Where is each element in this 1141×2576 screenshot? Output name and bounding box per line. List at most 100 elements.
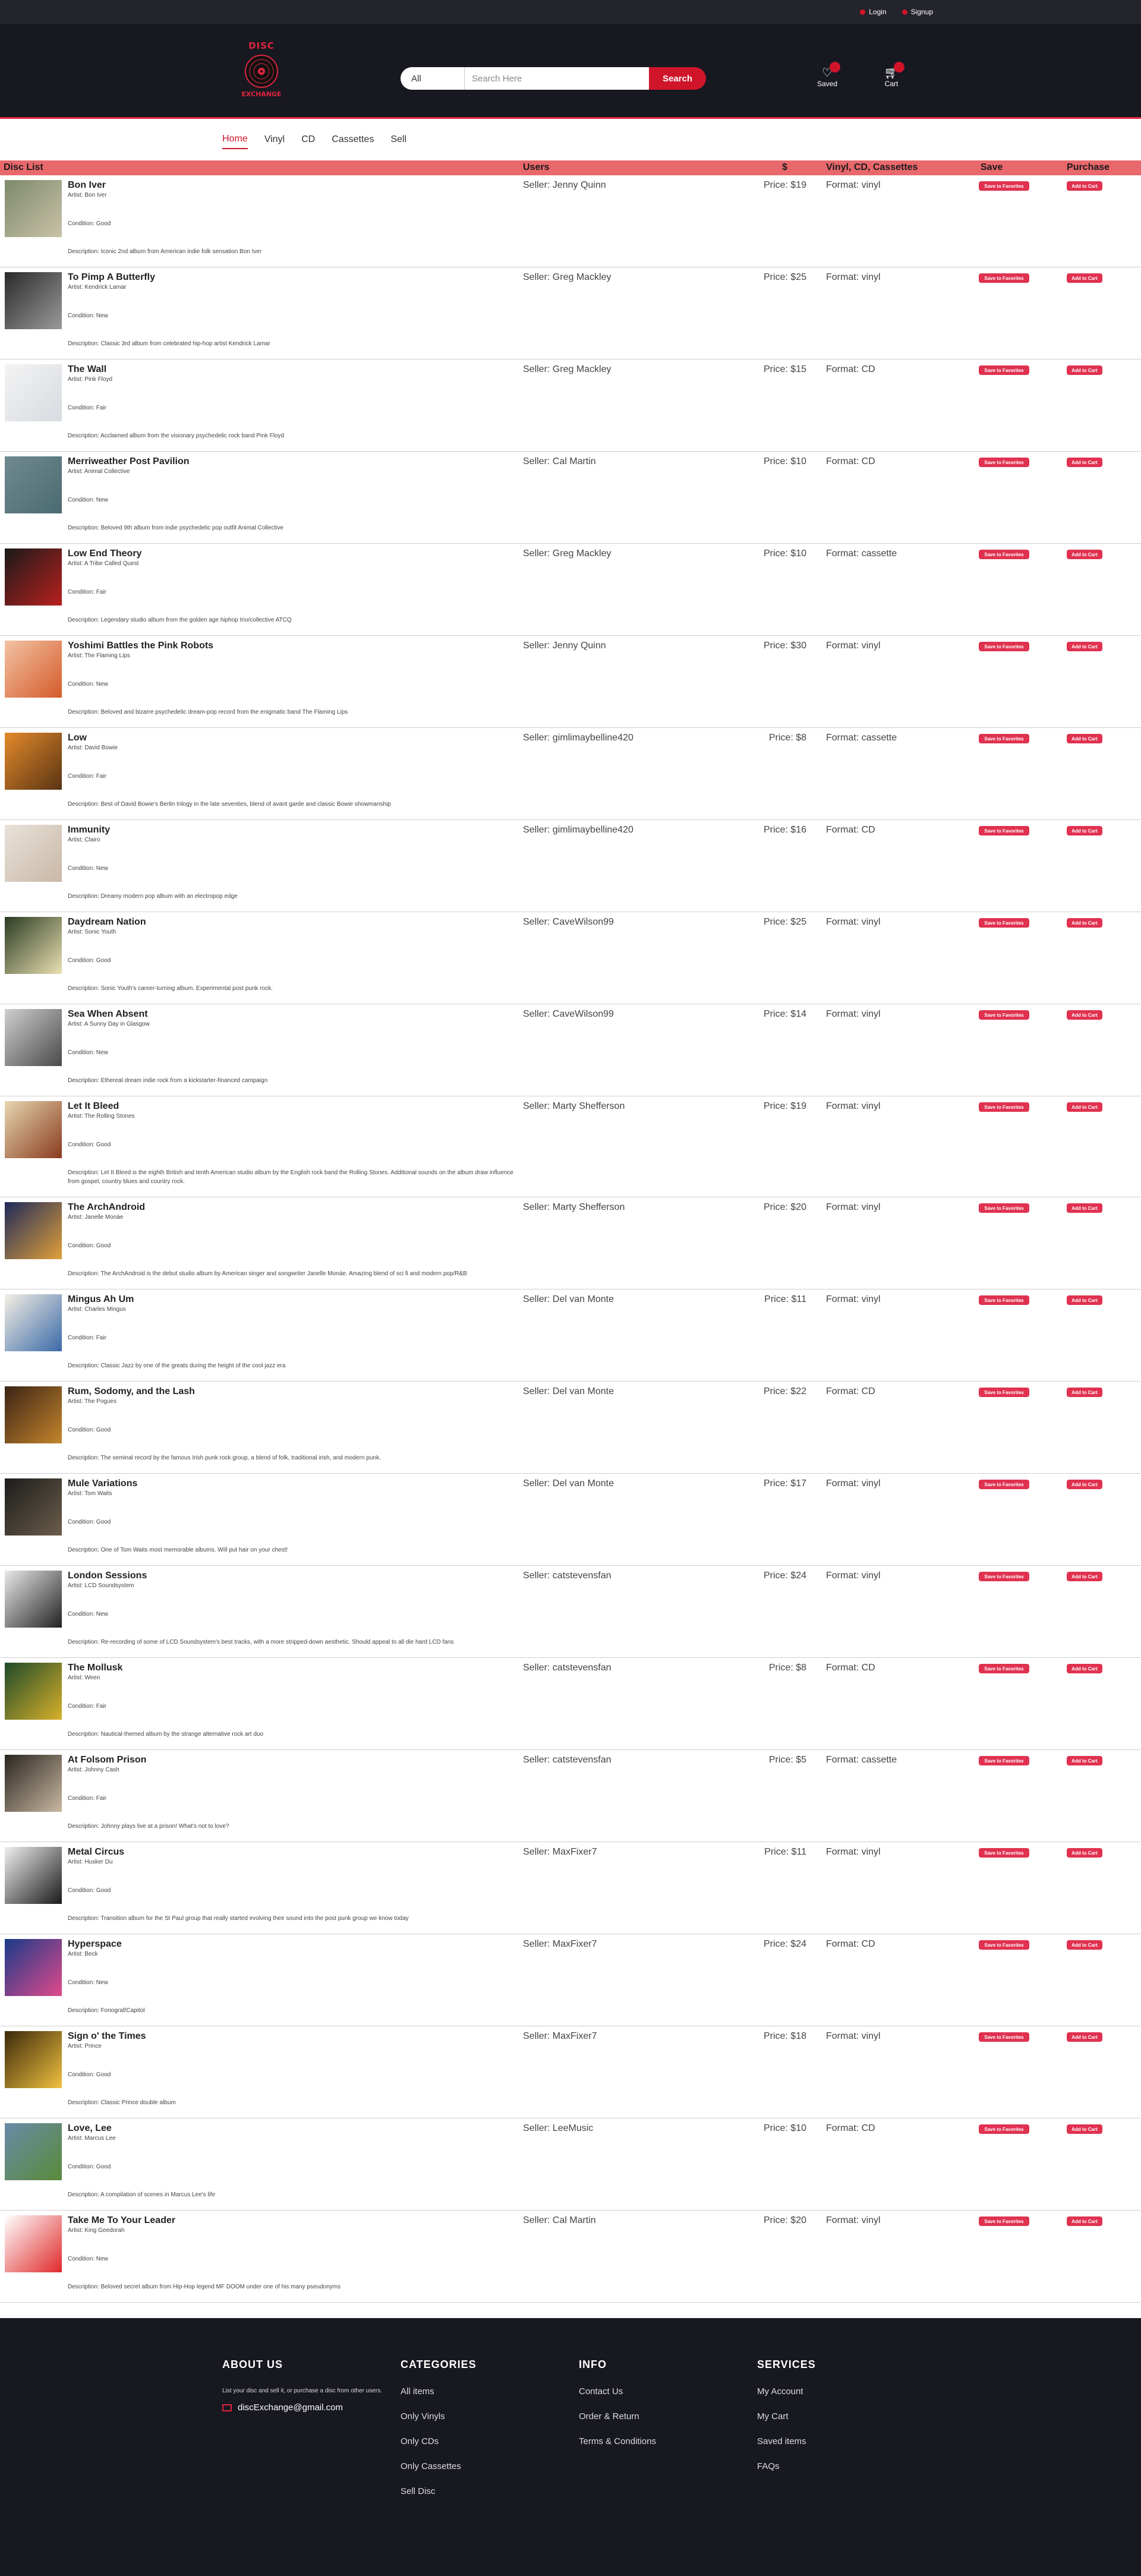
- album-cover-image[interactable]: [5, 1478, 62, 1535]
- add-to-cart-button[interactable]: Add to Cart: [1067, 1480, 1102, 1489]
- add-to-cart-button[interactable]: Add to Cart: [1067, 1664, 1102, 1673]
- disc-title[interactable]: Immunity: [68, 825, 110, 835]
- album-cover-image[interactable]: [5, 1101, 62, 1158]
- save-to-favorites-button[interactable]: Save to Favorites: [979, 1848, 1029, 1858]
- disc-title[interactable]: The Mollusk: [68, 1663, 122, 1673]
- disc-title[interactable]: Sea When Absent: [68, 1009, 148, 1020]
- add-to-cart-button[interactable]: Add to Cart: [1067, 734, 1102, 743]
- site-logo[interactable]: DISC EXCHANGE: [232, 40, 291, 100]
- search-button[interactable]: Search: [649, 67, 706, 90]
- album-cover-image[interactable]: [5, 1294, 62, 1351]
- save-to-favorites-button[interactable]: Save to Favorites: [979, 550, 1029, 559]
- save-to-favorites-button[interactable]: Save to Favorites: [979, 826, 1029, 835]
- save-to-favorites-button[interactable]: Save to Favorites: [979, 2216, 1029, 2226]
- add-to-cart-button[interactable]: Add to Cart: [1067, 1102, 1102, 1112]
- save-to-favorites-button[interactable]: Save to Favorites: [979, 273, 1029, 283]
- save-to-favorites-button[interactable]: Save to Favorites: [979, 2124, 1029, 2134]
- disc-title[interactable]: Metal Circus: [68, 1847, 124, 1858]
- disc-title[interactable]: Merriweather Post Pavilion: [68, 456, 190, 467]
- save-to-favorites-button[interactable]: Save to Favorites: [979, 1203, 1029, 1213]
- save-to-favorites-button[interactable]: Save to Favorites: [979, 458, 1029, 467]
- footer-link-faqs[interactable]: FAQs: [757, 2461, 816, 2471]
- add-to-cart-button[interactable]: Add to Cart: [1067, 273, 1102, 283]
- album-cover-image[interactable]: [5, 733, 62, 790]
- album-cover-image[interactable]: [5, 917, 62, 974]
- disc-title[interactable]: Low: [68, 733, 87, 743]
- save-to-favorites-button[interactable]: Save to Favorites: [979, 1295, 1029, 1305]
- add-to-cart-button[interactable]: Add to Cart: [1067, 2032, 1102, 2042]
- add-to-cart-button[interactable]: Add to Cart: [1067, 1203, 1102, 1213]
- nav-sell[interactable]: Sell: [390, 131, 406, 149]
- disc-title[interactable]: Rum, Sodomy, and the Lash: [68, 1386, 195, 1397]
- footer-link-order-return[interactable]: Order & Return: [579, 2411, 656, 2421]
- nav-home[interactable]: Home: [222, 130, 248, 149]
- footer-link-only-cassettes[interactable]: Only Cassettes: [401, 2461, 477, 2471]
- footer-link-terms[interactable]: Terms & Conditions: [579, 2436, 656, 2446]
- footer-link-only-vinyls[interactable]: Only Vinyls: [401, 2411, 477, 2421]
- disc-title[interactable]: Bon Iver: [68, 180, 106, 191]
- add-to-cart-button[interactable]: Add to Cart: [1067, 2124, 1102, 2134]
- save-to-favorites-button[interactable]: Save to Favorites: [979, 1756, 1029, 1765]
- add-to-cart-button[interactable]: Add to Cart: [1067, 1940, 1102, 1950]
- album-cover-image[interactable]: [5, 1847, 62, 1904]
- disc-title[interactable]: The ArchAndroid: [68, 1202, 145, 1213]
- album-cover-image[interactable]: [5, 548, 62, 606]
- album-cover-image[interactable]: [5, 1202, 62, 1259]
- add-to-cart-button[interactable]: Add to Cart: [1067, 365, 1102, 375]
- search-input[interactable]: [465, 67, 649, 90]
- add-to-cart-button[interactable]: Add to Cart: [1067, 1756, 1102, 1765]
- add-to-cart-button[interactable]: Add to Cart: [1067, 181, 1102, 191]
- save-to-favorites-button[interactable]: Save to Favorites: [979, 1388, 1029, 1397]
- album-cover-image[interactable]: [5, 2215, 62, 2272]
- add-to-cart-button[interactable]: Add to Cart: [1067, 826, 1102, 835]
- save-to-favorites-button[interactable]: Save to Favorites: [979, 734, 1029, 743]
- nav-cd[interactable]: CD: [301, 131, 315, 149]
- add-to-cart-button[interactable]: Add to Cart: [1067, 1388, 1102, 1397]
- disc-title[interactable]: Mingus Ah Um: [68, 1294, 134, 1305]
- save-to-favorites-button[interactable]: Save to Favorites: [979, 1480, 1029, 1489]
- album-cover-image[interactable]: [5, 2123, 62, 2180]
- search-category-select[interactable]: All: [401, 67, 465, 90]
- save-to-favorites-button[interactable]: Save to Favorites: [979, 1572, 1029, 1581]
- save-to-favorites-button[interactable]: Save to Favorites: [979, 1664, 1029, 1673]
- album-cover-image[interactable]: [5, 1571, 62, 1628]
- album-cover-image[interactable]: [5, 641, 62, 698]
- album-cover-image[interactable]: [5, 1386, 62, 1443]
- disc-title[interactable]: Sign o' the Times: [68, 2031, 146, 2042]
- album-cover-image[interactable]: [5, 180, 62, 237]
- save-to-favorites-button[interactable]: Save to Favorites: [979, 1010, 1029, 1020]
- album-cover-image[interactable]: [5, 1939, 62, 1996]
- footer-link-contact[interactable]: Contact Us: [579, 2386, 656, 2397]
- disc-title[interactable]: Yoshimi Battles the Pink Robots: [68, 641, 213, 651]
- add-to-cart-button[interactable]: Add to Cart: [1067, 1848, 1102, 1858]
- add-to-cart-button[interactable]: Add to Cart: [1067, 1572, 1102, 1581]
- disc-title[interactable]: Daydream Nation: [68, 917, 146, 928]
- disc-title[interactable]: Let It Bleed: [68, 1101, 119, 1112]
- footer-link-saved-items[interactable]: Saved items: [757, 2436, 816, 2446]
- album-cover-image[interactable]: [5, 825, 62, 882]
- footer-email[interactable]: discExchange@gmail.com: [222, 2402, 395, 2413]
- add-to-cart-button[interactable]: Add to Cart: [1067, 642, 1102, 651]
- footer-link-my-account[interactable]: My Account: [757, 2386, 816, 2397]
- save-to-favorites-button[interactable]: Save to Favorites: [979, 1940, 1029, 1950]
- disc-title[interactable]: Love, Lee: [68, 2123, 112, 2134]
- album-cover-image[interactable]: [5, 456, 62, 513]
- footer-link-sell-disc[interactable]: Sell Disc: [401, 2486, 477, 2496]
- album-cover-image[interactable]: [5, 1755, 62, 1812]
- save-to-favorites-button[interactable]: Save to Favorites: [979, 918, 1029, 928]
- signup-link[interactable]: Signup: [902, 8, 933, 16]
- disc-title[interactable]: Hyperspace: [68, 1939, 122, 1950]
- add-to-cart-button[interactable]: Add to Cart: [1067, 550, 1102, 559]
- album-cover-image[interactable]: [5, 1009, 62, 1066]
- disc-title[interactable]: Take Me To Your Leader: [68, 2215, 175, 2226]
- save-to-favorites-button[interactable]: Save to Favorites: [979, 2032, 1029, 2042]
- save-to-favorites-button[interactable]: Save to Favorites: [979, 365, 1029, 375]
- disc-title[interactable]: Mule Variations: [68, 1478, 137, 1489]
- album-cover-image[interactable]: [5, 364, 62, 421]
- album-cover-image[interactable]: [5, 272, 62, 329]
- add-to-cart-button[interactable]: Add to Cart: [1067, 1295, 1102, 1305]
- save-to-favorites-button[interactable]: Save to Favorites: [979, 642, 1029, 651]
- add-to-cart-button[interactable]: Add to Cart: [1067, 1010, 1102, 1020]
- nav-vinyl[interactable]: Vinyl: [264, 131, 285, 149]
- album-cover-image[interactable]: [5, 2031, 62, 2088]
